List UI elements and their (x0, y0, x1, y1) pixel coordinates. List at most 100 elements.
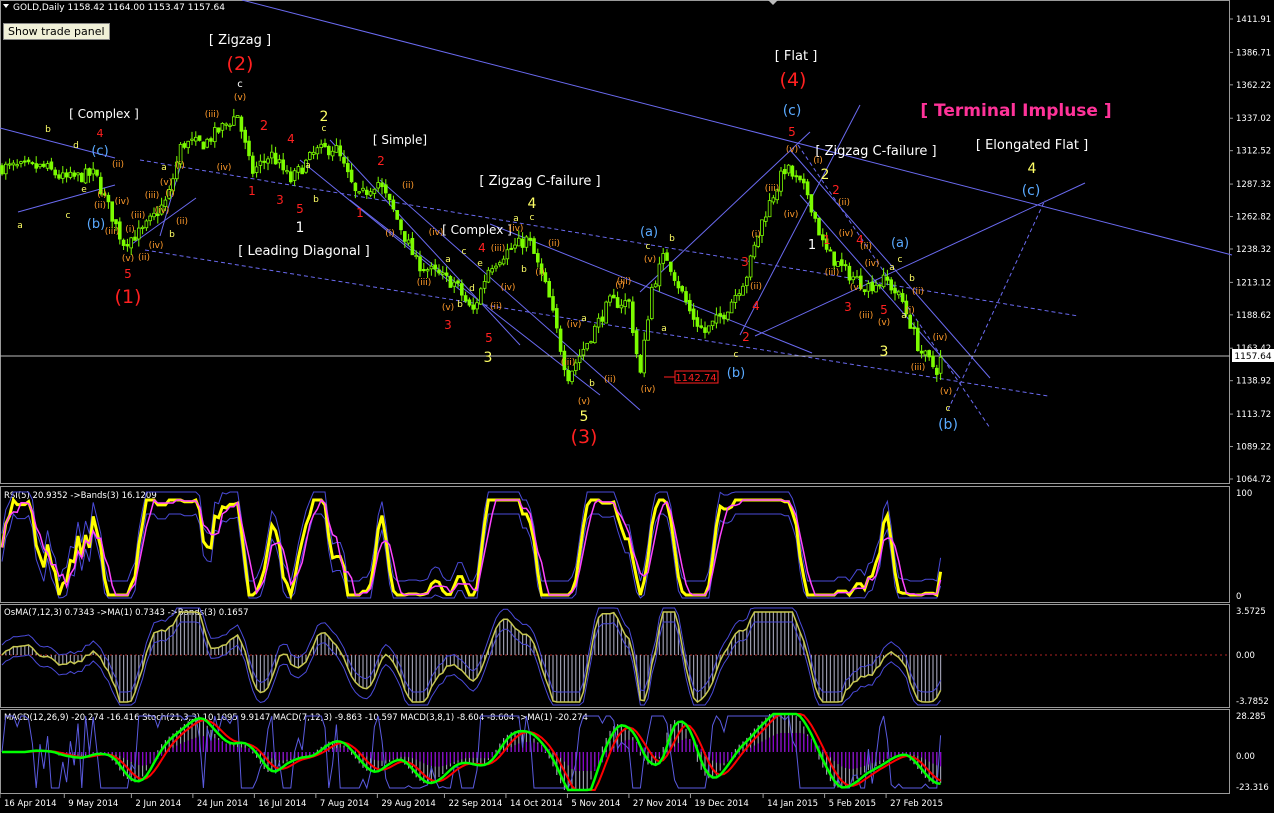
candle-body (114, 219, 118, 225)
candle-body (855, 276, 859, 279)
wave-label: (iii) (417, 278, 432, 288)
wave-label: c (322, 124, 327, 134)
candle-body (627, 299, 631, 302)
candle-body (684, 291, 688, 303)
macd-title: MACD(12,26,9) -20.274 -16.416 Stoch(21,3… (4, 713, 588, 723)
x-tick-label: 7 Aug 2014 (320, 799, 369, 809)
candle-body (136, 227, 141, 240)
candle-body (851, 276, 855, 281)
symbol-header: GOLD,Daily 1158.42 1164.00 1153.47 1157.… (13, 3, 225, 13)
candle-body (923, 350, 928, 356)
candle-body (144, 220, 149, 229)
wave-label: (i) (535, 268, 545, 278)
dropdown-icon[interactable] (3, 4, 9, 8)
candle-body (368, 191, 373, 196)
wave-label: (v) (940, 387, 952, 397)
wave-label: (i) (385, 229, 395, 239)
candle-body (927, 350, 931, 358)
candle-body (589, 341, 593, 344)
wave-label: b (589, 379, 595, 389)
wave-label: b (313, 195, 319, 205)
wave-label: a (161, 163, 167, 173)
wave-label: (iii) (145, 191, 160, 201)
candle-body (497, 262, 502, 266)
x-tick-label: 2 Jun 2014 (135, 799, 181, 809)
candle-body (72, 172, 77, 177)
candle-body (106, 194, 111, 203)
wave-label: 4 (1028, 161, 1037, 177)
candle-body (239, 116, 244, 132)
wave-label: (v) (786, 145, 798, 155)
candle-body (38, 163, 42, 168)
candle-body (345, 163, 350, 173)
candle-body (250, 155, 255, 174)
wave-label: (c) (1022, 183, 1041, 199)
candle-body (680, 286, 684, 292)
wave-label: (ii) (490, 302, 502, 312)
candle-body (935, 367, 939, 375)
wave-label: a (513, 214, 519, 224)
wave-label: a (17, 221, 23, 231)
candle-body (513, 244, 517, 249)
y-tick-label: 1113.72 (1236, 410, 1271, 420)
candle-body (604, 301, 608, 324)
candles (0, 108, 943, 385)
wave-label: (ii) (94, 201, 106, 211)
candle-body (520, 238, 525, 248)
dash-target (947, 199, 1046, 411)
wave-annotations: [ Zigzag ] (2) [ Complex ] [ Simple] [ Leadi… (17, 33, 1111, 448)
wave-label: (2) (227, 53, 254, 75)
candle-body (737, 293, 741, 297)
candle-body (463, 295, 468, 302)
wave-label: (1) (115, 286, 142, 308)
candle-body (619, 304, 624, 309)
candle-body (353, 182, 358, 192)
candle-body (536, 253, 540, 263)
candle-body (414, 255, 418, 258)
wave-label: 2 (821, 167, 830, 183)
trendline-major (241, 0, 1233, 256)
candle-body (710, 320, 715, 327)
wave-label: [ Simple] (373, 133, 427, 147)
show-trade-panel-button[interactable]: Show trade panel (3, 23, 110, 40)
candle-body (551, 296, 555, 311)
candle-body (228, 124, 232, 127)
x-tick-label: 14 Oct 2014 (510, 799, 563, 809)
wave-label: a (901, 311, 907, 321)
candle-body (372, 188, 377, 194)
candle-body (34, 163, 38, 169)
x-tick-label: 27 Nov 2014 (633, 799, 687, 809)
candle-body (897, 291, 901, 296)
candle-body (285, 170, 289, 173)
scroll-marker-icon[interactable] (768, 0, 778, 5)
wave-label: b (457, 300, 463, 310)
candle-body (205, 138, 210, 148)
candle-body (836, 261, 840, 267)
candle-body (798, 175, 802, 181)
candle-body (600, 316, 605, 322)
candle-body (323, 142, 327, 148)
wave-label: 5 (124, 267, 132, 281)
wave-label: (ii) (112, 160, 124, 170)
candle-body (391, 199, 396, 210)
candle-body (505, 249, 510, 260)
wave-label: c (898, 255, 903, 265)
candle-body (623, 300, 627, 307)
candle-body (262, 160, 266, 163)
wave-label: (ii) (604, 375, 616, 385)
wave-label: (ii) (548, 239, 560, 249)
candle-body (61, 172, 65, 179)
candle-body (832, 251, 836, 266)
candle-body (653, 283, 658, 288)
wave-label: (v) (442, 303, 454, 313)
candle-body (421, 269, 426, 272)
wave-label: [ Leading Diagonal ] (238, 244, 370, 259)
candle-body (440, 272, 445, 275)
wave-label: (3) (571, 426, 598, 448)
candle-body (478, 288, 483, 305)
wave-label: 4 (528, 196, 537, 212)
candle-body (615, 297, 620, 308)
subpane-y-label: 0 (1236, 592, 1241, 602)
candle-body (490, 268, 494, 273)
candle-body (482, 281, 487, 289)
